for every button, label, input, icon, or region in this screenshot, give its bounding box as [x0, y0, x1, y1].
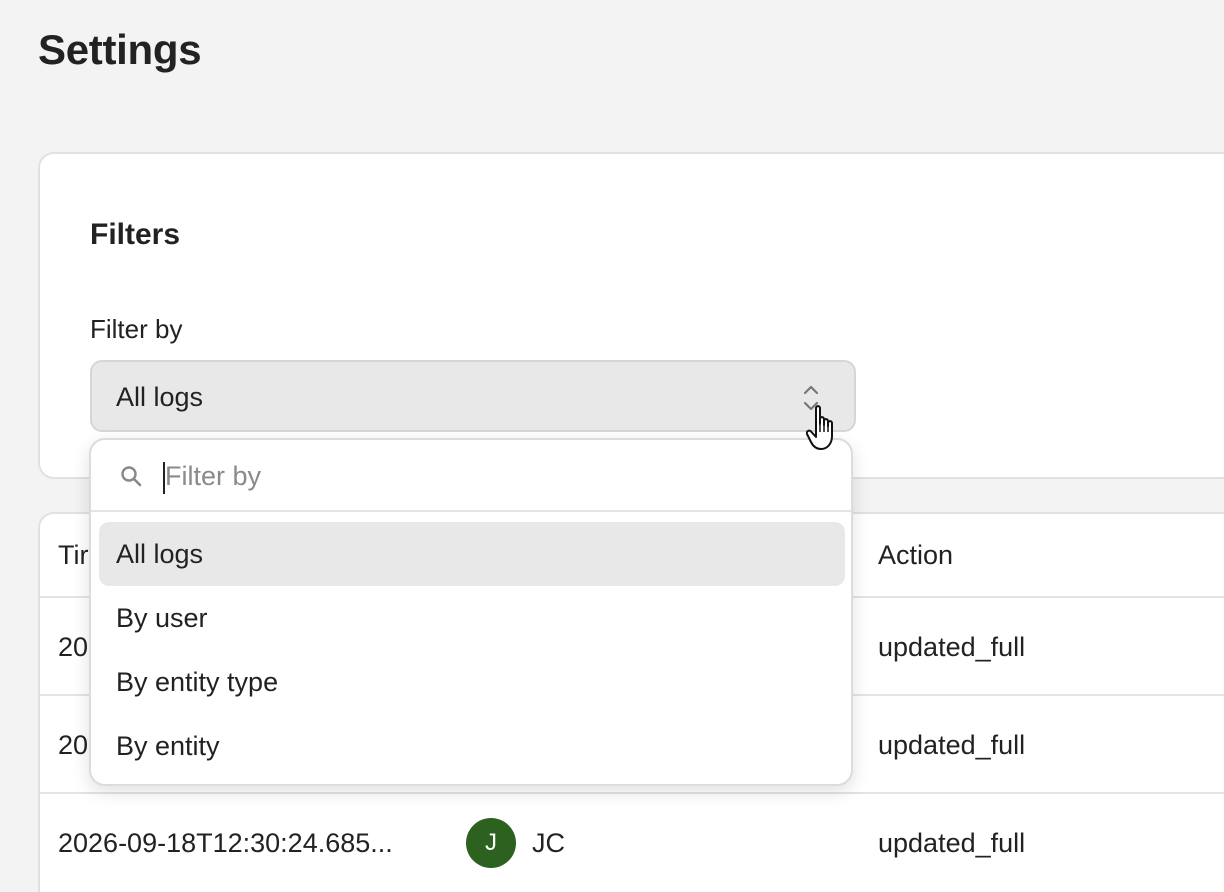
dropdown-option-all-logs[interactable]: All logs — [99, 522, 845, 586]
header-action[interactable]: Action — [878, 540, 953, 571]
row-time: 20 — [58, 632, 89, 662]
dropdown-option-by-entity[interactable]: By entity — [99, 714, 845, 778]
hand-pointer-cursor-icon — [806, 405, 833, 450]
select-value: All logs — [116, 382, 204, 412]
filter-dropdown: All logs By user By entity type By entit… — [89, 438, 853, 786]
row-time: 20 — [58, 730, 89, 760]
search-icon — [121, 466, 142, 487]
table-row[interactable]: 2026-09-18T12:30:24.685... J JC updated_… — [40, 792, 1224, 890]
row-action: updated_full — [878, 828, 1026, 858]
row-time: 2026-09-18T12:30:24.685... — [58, 828, 393, 858]
dropdown-search-input[interactable] — [163, 456, 813, 496]
filters-card: Filters Filter by All logs — [38, 152, 1224, 479]
filter-by-label: Filter by — [90, 314, 183, 344]
dropdown-option-by-entity-type[interactable]: By entity type — [99, 650, 845, 714]
header-time[interactable]: Tir — [58, 540, 88, 571]
page-title: Settings — [38, 26, 202, 73]
dropdown-option-by-user[interactable]: By user — [99, 586, 845, 650]
avatar: J — [466, 818, 516, 868]
filter-by-select[interactable]: All logs — [90, 360, 856, 432]
row-user: JC — [532, 828, 565, 858]
dropdown-search — [91, 440, 851, 512]
row-action: updated_full — [878, 730, 1026, 760]
filters-heading: Filters — [90, 218, 181, 251]
row-action: updated_full — [878, 632, 1026, 662]
